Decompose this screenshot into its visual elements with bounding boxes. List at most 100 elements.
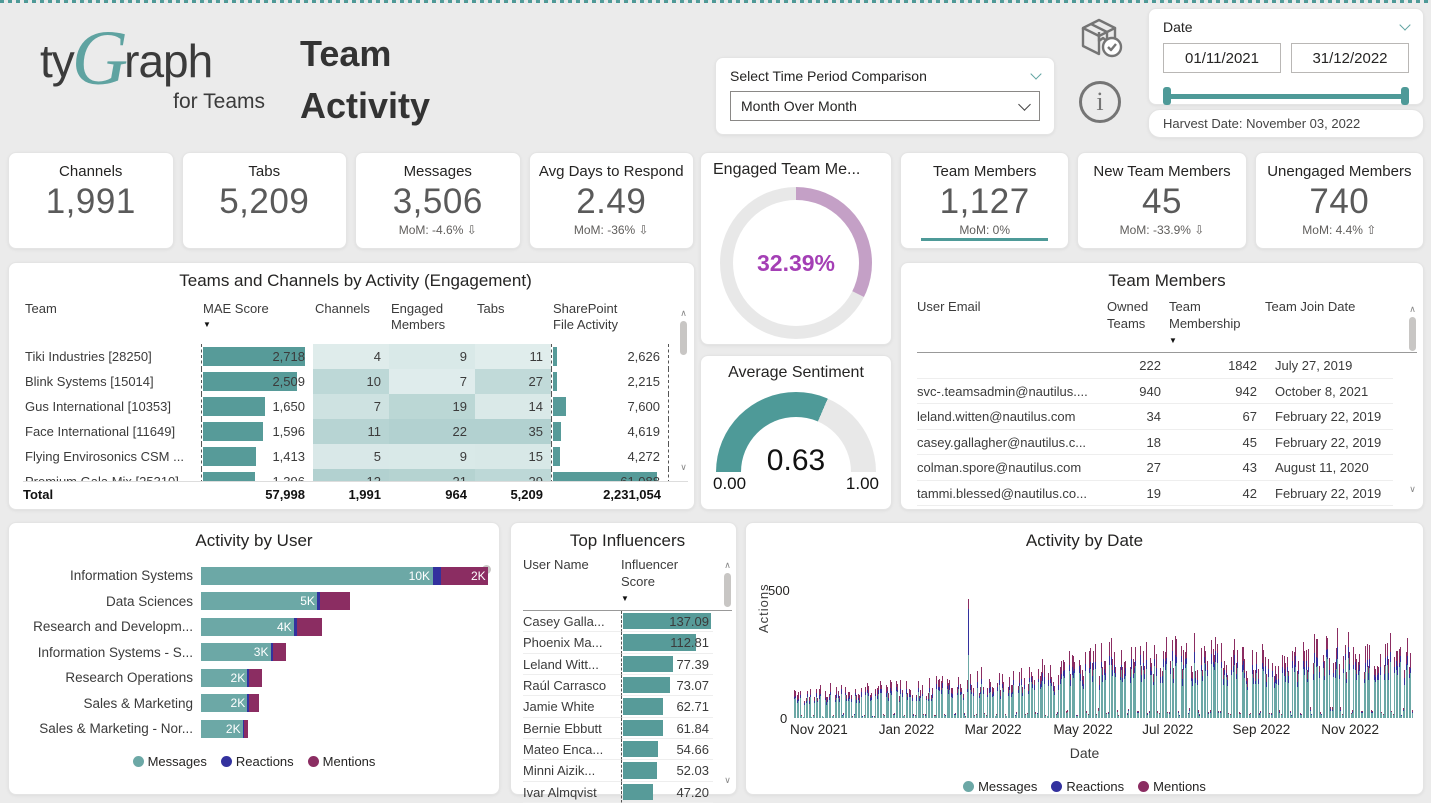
date-bar[interactable] — [902, 690, 903, 718]
date-bar[interactable] — [1247, 678, 1248, 719]
table-row[interactable]: 2221842July 27, 2019 — [917, 353, 1417, 379]
date-bar[interactable] — [1319, 666, 1320, 718]
date-bar[interactable] — [1176, 639, 1177, 718]
right-kpi-card-0[interactable]: Team Members1,127MoM: 0% — [900, 152, 1069, 249]
messages-bar-segment[interactable] — [201, 567, 433, 585]
date-start-input[interactable]: 01/11/2021 — [1163, 43, 1281, 73]
date-bar[interactable] — [973, 688, 974, 718]
date-bar[interactable] — [1298, 661, 1299, 718]
date-bar[interactable] — [891, 682, 892, 718]
slider-handle-end[interactable] — [1401, 87, 1409, 105]
date-bar[interactable] — [1369, 645, 1370, 718]
scroll-up-arrow-icon[interactable]: ∧ — [1406, 303, 1419, 315]
date-bar[interactable] — [1217, 644, 1218, 718]
mentions-bar-segment[interactable] — [249, 694, 259, 712]
column-header-owned[interactable]: OwnedTeams — [1107, 297, 1169, 352]
table-row[interactable]: Ivar Almqvist47.20 — [523, 782, 732, 803]
mentions-bar-segment[interactable] — [249, 669, 262, 687]
date-bar[interactable] — [1400, 647, 1401, 718]
table-row[interactable]: Leland Witt...77.39 — [523, 654, 732, 675]
date-bar[interactable] — [1013, 671, 1014, 718]
column-header-channels[interactable]: Channels — [313, 299, 389, 327]
date-bar[interactable] — [1410, 653, 1411, 718]
date-bar[interactable] — [993, 688, 994, 718]
column-header-mae-score[interactable]: MAE Score▼ — [201, 299, 313, 340]
date-bar[interactable] — [1064, 662, 1065, 718]
date-bar[interactable] — [1125, 661, 1126, 718]
legend-item-reactions[interactable]: Reactions — [221, 754, 294, 769]
mentions-bar-segment[interactable] — [273, 643, 287, 661]
mentions-bar-segment[interactable] — [320, 592, 350, 610]
date-bar[interactable] — [830, 683, 831, 718]
engaged-members-donut[interactable]: 32.39% — [720, 187, 872, 339]
teams-table-scrollbar[interactable]: ∧ ∨ — [677, 307, 690, 499]
members-table-scrollbar[interactable]: ∧ ∨ — [1406, 303, 1419, 495]
date-bar[interactable] — [1268, 659, 1269, 718]
info-icon[interactable]: i — [1079, 81, 1121, 123]
left-kpi-card-1[interactable]: Tabs5,209 — [182, 152, 348, 249]
table-row[interactable]: Mateo Enca...54.66 — [523, 739, 732, 760]
chevron-down-icon[interactable] — [1030, 68, 1041, 79]
scrollbar-thumb[interactable] — [1409, 317, 1416, 351]
slider-handle-start[interactable] — [1163, 87, 1171, 105]
date-bar[interactable] — [942, 676, 943, 718]
legend-item-mentions[interactable]: Mentions — [1138, 779, 1206, 794]
column-header-team[interactable]: Team — [23, 299, 201, 327]
date-bar[interactable] — [810, 689, 811, 718]
date-bar[interactable] — [1349, 652, 1350, 718]
right-kpi-card-2[interactable]: Unengaged Members740MoM: 4.4% ⇧ — [1255, 152, 1424, 249]
date-bar[interactable] — [1258, 669, 1259, 718]
package-shield-icon[interactable] — [1075, 14, 1125, 62]
table-row[interactable]: Blink Systems [15014]2,509107272,215 — [23, 369, 688, 394]
date-bar[interactable] — [1024, 678, 1025, 718]
date-end-input[interactable]: 31/12/2022 — [1291, 43, 1409, 73]
influencers-scrollbar[interactable]: ∧ ∨ — [721, 559, 734, 786]
column-header-team[interactable]: TeamMembership▼ — [1169, 297, 1265, 352]
legend-item-mentions[interactable]: Mentions — [308, 754, 376, 769]
date-bar[interactable] — [1074, 662, 1075, 718]
date-bar[interactable] — [1146, 642, 1147, 718]
legend-item-reactions[interactable]: Reactions — [1051, 779, 1124, 794]
table-row[interactable]: Casey Galla...137.09 — [523, 611, 732, 632]
table-row[interactable]: Phoenix Ma...112.81 — [523, 632, 732, 653]
date-bar[interactable] — [1166, 637, 1167, 718]
date-bar[interactable] — [861, 688, 862, 718]
scroll-down-arrow-icon[interactable]: ∨ — [677, 461, 690, 473]
table-row[interactable]: svc-.teamsadmin@nautilus....940942Octobe… — [917, 379, 1417, 405]
date-bar[interactable] — [932, 688, 933, 718]
date-bar[interactable] — [1412, 710, 1413, 718]
scrollbar-thumb[interactable] — [724, 573, 731, 607]
scroll-down-arrow-icon[interactable]: ∨ — [721, 774, 734, 786]
table-row[interactable]: leland.witten@nautilus.com3467February 2… — [917, 404, 1417, 430]
date-range-slider[interactable] — [1163, 87, 1409, 105]
column-header-sharepoint[interactable]: SharePointFile Activity — [551, 299, 669, 344]
column-header-team-join-date[interactable]: Team Join Date — [1265, 297, 1393, 352]
table-row[interactable]: Tiki Industries [28250]2,71849112,626 — [23, 344, 688, 369]
left-kpi-card-0[interactable]: Channels1,991 — [8, 152, 174, 249]
table-row[interactable]: Gus International [10353]1,650719147,600 — [23, 394, 688, 419]
date-bar[interactable] — [1003, 682, 1004, 718]
date-bar[interactable] — [1380, 654, 1381, 718]
date-bar[interactable] — [820, 685, 821, 718]
right-kpi-card-1[interactable]: New Team Members45MoM: -33.9% ⇩ — [1077, 152, 1246, 249]
table-row[interactable]: Minni Aizik...52.03 — [523, 760, 732, 781]
scrollbar-thumb[interactable] — [680, 321, 687, 355]
date-bar[interactable] — [851, 695, 852, 718]
chevron-down-icon[interactable] — [1399, 19, 1410, 30]
left-kpi-card-3[interactable]: Avg Days to Respond2.49MoM: -36% ⇩ — [529, 152, 695, 249]
date-bar[interactable] — [800, 691, 801, 718]
date-bar[interactable] — [871, 693, 872, 718]
mentions-bar-segment[interactable] — [297, 618, 323, 636]
table-row[interactable]: Jamie White62.71 — [523, 696, 732, 717]
sentiment-gauge[interactable]: 0.63 — [716, 392, 876, 472]
legend-item-messages[interactable]: Messages — [963, 779, 1037, 794]
table-row[interactable]: casey.gallagher@nautilus.c...1845Februar… — [917, 430, 1417, 456]
scroll-down-arrow-icon[interactable]: ∨ — [1406, 483, 1419, 495]
mentions-bar-segment[interactable] — [244, 720, 248, 738]
date-bar[interactable] — [841, 685, 842, 718]
left-kpi-card-2[interactable]: Messages3,506MoM: -4.6% ⇩ — [355, 152, 521, 249]
column-header-user-name[interactable]: User Name — [523, 555, 621, 610]
date-bar[interactable] — [1207, 661, 1208, 718]
date-bar[interactable] — [1095, 644, 1096, 718]
legend-item-messages[interactable]: Messages — [133, 754, 207, 769]
